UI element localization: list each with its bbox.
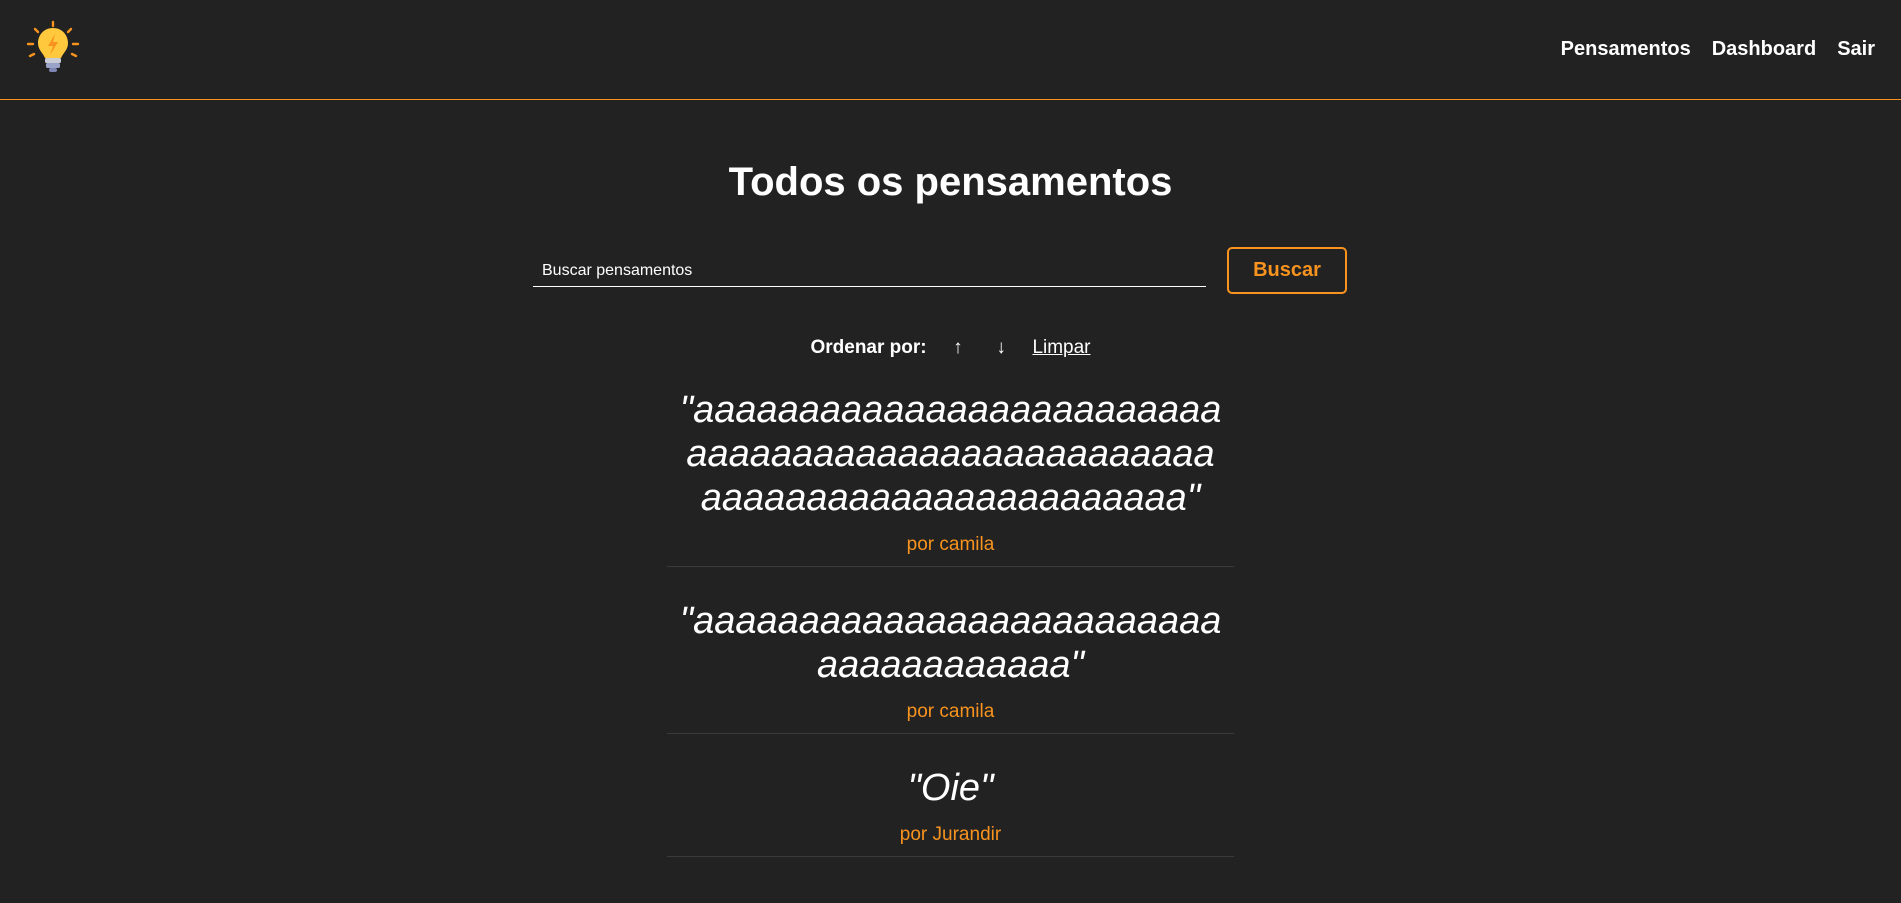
main-nav: Pensamentos Dashboard Sair — [1561, 38, 1875, 61]
thought-card: "aaaaaaaaaaaaaaaaaaaaaaaaaaaaaaaaaaaaaaa… — [667, 388, 1234, 567]
thought-author: por camila — [906, 701, 995, 722]
thought-text: "aaaaaaaaaaaaaaaaaaaaaaaaaaaaaaaaaaaaaaa… — [679, 389, 1222, 519]
sort-ascending-icon[interactable]: ↑ — [946, 337, 970, 359]
thought-card: "Oie" por Jurandir — [667, 734, 1234, 857]
page-title: Todos os pensamentos — [728, 160, 1173, 204]
nav-link-pensamentos[interactable]: Pensamentos — [1561, 38, 1691, 61]
thought-text: "Oie" — [907, 767, 994, 809]
thought-author: por Jurandir — [899, 824, 1002, 845]
search-input[interactable] — [533, 255, 1206, 287]
thought-author: por camila — [906, 534, 995, 555]
home-logo-link[interactable] — [26, 20, 80, 74]
nav-link-dashboard[interactable]: Dashboard — [1712, 38, 1816, 61]
thought-text: "aaaaaaaaaaaaaaaaaaaaaaaaaaaaaaaaaaaaa" — [679, 600, 1222, 686]
thought-card: "aaaaaaaaaaaaaaaaaaaaaaaaaaaaaaaaaaaaa" … — [667, 567, 1234, 734]
sort-descending-icon[interactable]: ↓ — [989, 337, 1013, 359]
order-bar: Ordenar por: ↑ ↓ Limpar — [0, 337, 1901, 359]
navbar: Pensamentos Dashboard Sair — [0, 0, 1901, 100]
search-button[interactable]: Buscar — [1227, 247, 1347, 294]
thoughts-list: "aaaaaaaaaaaaaaaaaaaaaaaaaaaaaaaaaaaaaaa… — [667, 388, 1234, 857]
search-form: Buscar — [533, 247, 1348, 294]
lightbulb-icon — [26, 20, 80, 72]
nav-link-sair[interactable]: Sair — [1837, 38, 1875, 61]
order-label: Ordenar por: — [810, 337, 927, 358]
clear-order-link[interactable]: Limpar — [1032, 337, 1090, 358]
